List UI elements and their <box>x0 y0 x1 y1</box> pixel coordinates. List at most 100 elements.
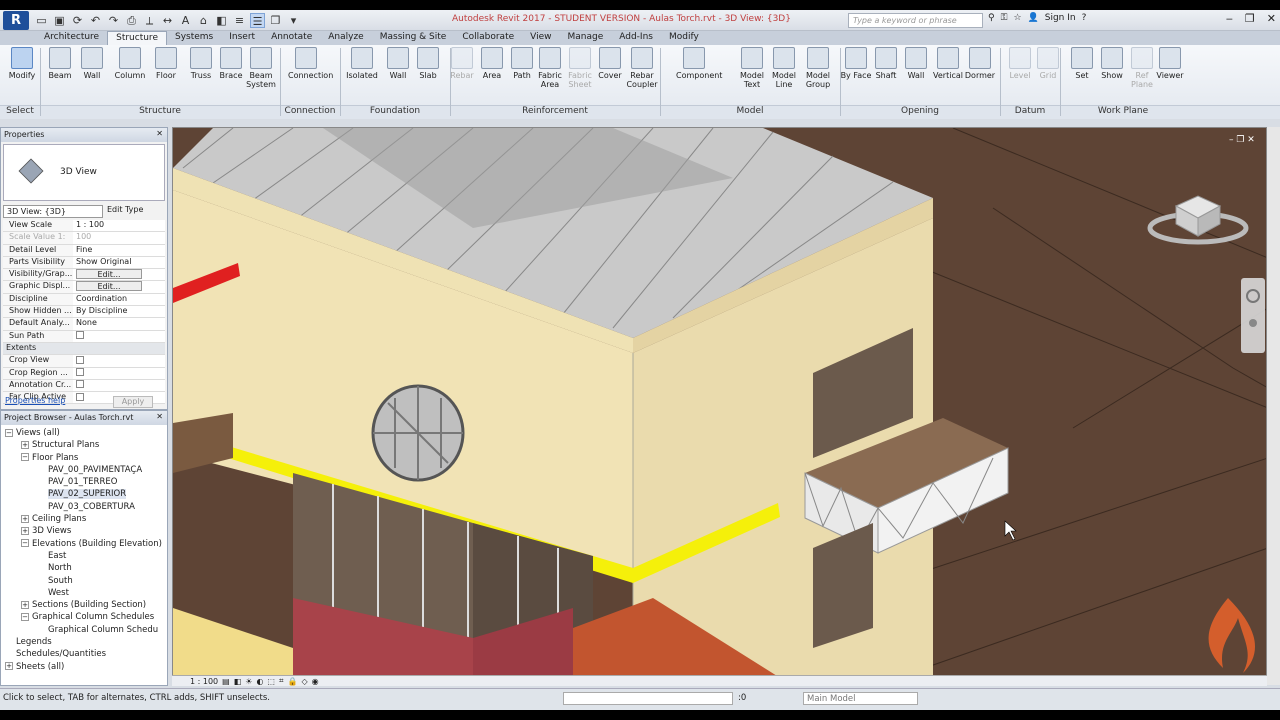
shadows-icon[interactable]: ◐ <box>256 677 263 686</box>
ribbon-tool-beam-system[interactable]: Beam System <box>243 47 279 89</box>
panel-select[interactable]: Select <box>0 106 40 116</box>
tree-node[interactable]: PAV_03_COBERTURA <box>1 502 167 514</box>
tree-node[interactable]: + Sections (Building Section) <box>1 600 167 612</box>
property-value[interactable]: Fine <box>73 244 165 256</box>
property-value[interactable]: 1 : 100 <box>73 220 165 232</box>
vertical-scrollbar[interactable] <box>1267 127 1280 685</box>
ribbon-tool-slab[interactable]: Slab <box>410 47 446 80</box>
property-value[interactable] <box>73 330 165 342</box>
measure-icon[interactable]: ⟂ <box>142 13 157 28</box>
edit-button[interactable]: Edit... <box>76 269 142 280</box>
panel-structure[interactable]: Structure <box>40 106 280 116</box>
tab-structure[interactable]: Structure <box>107 31 167 45</box>
property-value[interactable]: Coordination <box>73 293 165 306</box>
properties-help-link[interactable]: Properties help <box>5 396 65 405</box>
panel-model[interactable]: Model <box>660 106 840 116</box>
zoom-icon[interactable] <box>1249 319 1257 327</box>
property-value[interactable]: By Discipline <box>73 306 165 318</box>
panel-opening[interactable]: Opening <box>840 106 1000 116</box>
ribbon-tool-rebar-coupler[interactable]: Rebar Coupler <box>624 47 660 89</box>
checkbox[interactable] <box>76 380 84 389</box>
detail-level-icon[interactable]: ▤ <box>222 677 230 686</box>
view-scale[interactable]: 1 : 100 <box>190 677 218 686</box>
tab-massing-site[interactable]: Massing & Site <box>372 31 455 45</box>
collapse-icon[interactable]: − <box>21 539 29 548</box>
tree-node[interactable]: +3D Views <box>1 526 167 538</box>
ribbon-tool-connection[interactable]: Connection <box>288 47 333 80</box>
ribbon-tool-viewer[interactable]: Viewer <box>1152 47 1188 80</box>
apply-button[interactable]: Apply <box>113 396 153 408</box>
ribbon-tool-cover[interactable]: Cover <box>592 47 628 80</box>
tree-node[interactable]: PAV_02_SUPERIOR <box>1 489 167 501</box>
tab-view[interactable]: View <box>522 31 559 45</box>
property-value[interactable]: Show Original <box>73 256 165 269</box>
search-input[interactable]: Type a keyword or phrase <box>848 13 983 28</box>
tab-analyze[interactable]: Analyze <box>320 31 371 45</box>
close-icon[interactable]: ✕ <box>1267 12 1276 25</box>
expand-icon[interactable]: + <box>21 440 29 449</box>
tree-node[interactable]: South <box>1 576 167 588</box>
ribbon-tool-wall[interactable]: Wall <box>898 47 934 80</box>
view-window-controls-icon[interactable]: – ❐ ✕ <box>1229 135 1255 145</box>
panel-foundation[interactable]: Foundation <box>340 106 450 116</box>
tree-node[interactable]: North <box>1 563 167 575</box>
3d-viewport[interactable]: – ❐ ✕ <box>172 127 1267 685</box>
ribbon-tool-component[interactable]: Component <box>676 47 722 80</box>
panel-datum[interactable]: Datum <box>1000 106 1060 116</box>
tab-insert[interactable]: Insert <box>221 31 263 45</box>
crop-icon[interactable]: ⌗ <box>279 676 284 686</box>
ribbon-tool-column[interactable]: Column <box>112 47 148 80</box>
collapse-icon[interactable]: − <box>5 428 13 437</box>
checkbox[interactable] <box>76 355 84 364</box>
checkbox[interactable] <box>76 368 84 377</box>
expand-icon[interactable]: + <box>21 526 29 535</box>
sync-icon[interactable]: ⟳ <box>70 13 85 28</box>
tree-node[interactable]: − Graphical Column Schedules <box>1 612 167 624</box>
property-value[interactable]: Edit... <box>73 281 165 293</box>
property-group[interactable]: Extents <box>3 342 165 356</box>
tree-node[interactable]: Graphical Column Schedu <box>1 625 167 637</box>
restore-icon[interactable]: ❐ <box>1245 12 1255 25</box>
close-icon[interactable]: ✕ <box>156 412 163 421</box>
print-icon[interactable]: ⎙ <box>124 13 139 28</box>
tab-manage[interactable]: Manage <box>560 31 612 45</box>
ribbon-tool-wall[interactable]: Wall <box>74 47 110 80</box>
tab-architecture[interactable]: Architecture <box>36 31 107 45</box>
property-value[interactable]: None <box>73 318 165 330</box>
tab-systems[interactable]: Systems <box>167 31 221 45</box>
redo-icon[interactable]: ↷ <box>106 13 121 28</box>
type-selector[interactable]: 3D View <box>3 144 165 201</box>
property-value[interactable]: 100 <box>73 232 165 244</box>
tree-node[interactable]: PAV_00_PAVIMENTAÇÃ <box>1 465 167 477</box>
open-icon[interactable]: ▭ <box>34 13 49 28</box>
tab-add-ins[interactable]: Add-Ins <box>611 31 661 45</box>
expand-icon[interactable]: + <box>21 600 29 609</box>
default-3d-icon[interactable]: ⌂ <box>196 13 211 28</box>
ribbon-tool-isolated[interactable]: Isolated <box>344 47 380 80</box>
tree-node[interactable]: West <box>1 588 167 600</box>
tree-node[interactable]: PAV_01_TERREO <box>1 477 167 489</box>
render-icon[interactable]: ⬚ <box>267 677 275 686</box>
favorites-icon[interactable]: ☆ <box>1013 13 1021 23</box>
close-icon[interactable]: ✕ <box>156 129 163 138</box>
property-value[interactable] <box>73 355 165 367</box>
binoculars-icon[interactable]: ⚲ <box>988 13 995 23</box>
hide-isolate-icon[interactable]: ◇ <box>301 677 307 686</box>
tab-annotate[interactable]: Annotate <box>263 31 320 45</box>
close-hidden-icon[interactable]: ☰ <box>250 13 265 28</box>
tree-node[interactable]: East <box>1 551 167 563</box>
user-icon[interactable]: 👤 <box>1028 13 1039 23</box>
property-value[interactable] <box>73 379 165 392</box>
tree-node[interactable]: + Structural Plans <box>1 440 167 452</box>
edit-button[interactable]: Edit... <box>76 281 142 292</box>
ribbon-tool-dormer[interactable]: Dormer <box>962 47 998 80</box>
reveal-hidden-icon[interactable]: ◉ <box>312 677 319 686</box>
workset-box[interactable] <box>563 692 733 705</box>
dimension-icon[interactable]: ↔ <box>160 13 175 28</box>
revit-logo-button[interactable]: R <box>3 11 29 30</box>
tree-node[interactable]: − Views (all) <box>1 428 167 440</box>
edit-type-button[interactable]: Edit Type <box>107 205 143 218</box>
undo-icon[interactable]: ↶ <box>88 13 103 28</box>
property-value[interactable]: Edit... <box>73 269 165 281</box>
tree-node[interactable]: Legends <box>1 637 167 649</box>
